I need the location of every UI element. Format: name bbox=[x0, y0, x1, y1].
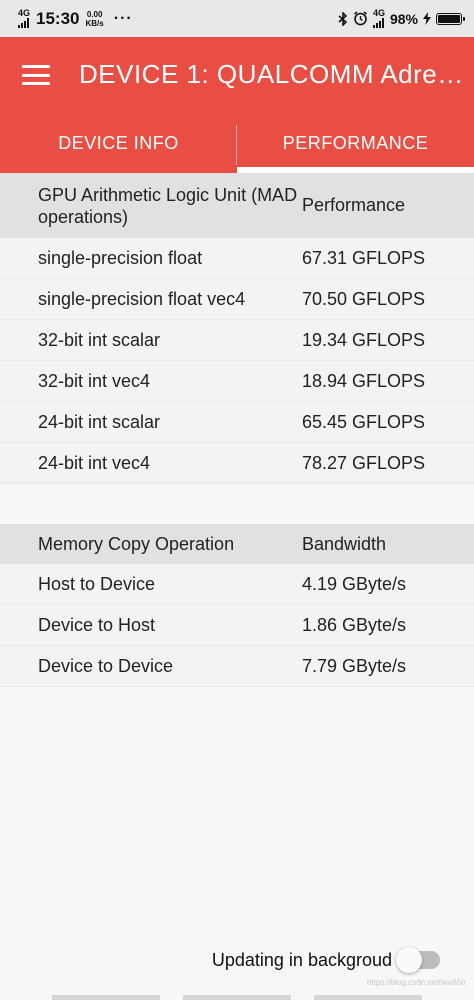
memory-header-metric: Bandwidth bbox=[302, 533, 387, 554]
table-row: Device to Host 1.86 GByte/s bbox=[0, 605, 474, 646]
nav-hint-left bbox=[52, 995, 160, 1000]
tab-divider bbox=[236, 125, 237, 165]
table-row: Host to Device 4.19 GByte/s bbox=[0, 564, 474, 605]
table-row: 32-bit int vec4 18.94 GFLOPS bbox=[0, 361, 474, 402]
toggle-knob bbox=[396, 947, 422, 973]
signal-icon bbox=[18, 18, 29, 28]
page-title: DEVICE 1: QUALCOMM Adreno (TM) 640 bbox=[79, 59, 464, 89]
table-row: 24-bit int scalar 65.45 GFLOPS bbox=[0, 402, 474, 443]
tab-device-info[interactable]: DEVICE INFO bbox=[0, 123, 237, 173]
menu-icon[interactable] bbox=[22, 63, 50, 87]
nav-hint-center bbox=[183, 995, 291, 1000]
bluetooth-icon bbox=[338, 11, 348, 26]
row-label: 32-bit int scalar bbox=[38, 329, 161, 350]
gpu-header-title: GPU Arithmetic Logic Unit (MAD operation… bbox=[38, 184, 298, 227]
network-type: 4G bbox=[18, 8, 31, 18]
speed-value: 0.00 bbox=[86, 9, 103, 19]
gpu-header-metric: Performance bbox=[302, 195, 406, 215]
network-type-right: 4G bbox=[372, 8, 385, 18]
row-value: 18.94 GFLOPS bbox=[302, 370, 426, 391]
row-value: 70.50 GFLOPS bbox=[302, 288, 426, 309]
nav-hint-right bbox=[314, 995, 422, 1000]
section-spacer bbox=[0, 484, 474, 524]
battery-icon bbox=[436, 12, 465, 25]
row-label: Host to Device bbox=[38, 573, 156, 594]
row-value: 19.34 GFLOPS bbox=[302, 329, 426, 350]
table-row: single-precision float vec4 70.50 GFLOPS bbox=[0, 279, 474, 320]
gpu-table-header: GPU Arithmetic Logic Unit (MAD operation… bbox=[0, 173, 474, 238]
row-label: 24-bit int scalar bbox=[38, 411, 161, 432]
row-label: 32-bit int vec4 bbox=[38, 370, 151, 391]
tab-bar: DEVICE INFO PERFORMANCE bbox=[0, 123, 474, 173]
background-update-toggle[interactable] bbox=[396, 947, 440, 973]
tab-performance[interactable]: PERFORMANCE bbox=[237, 123, 474, 173]
battery-percent: 98% bbox=[389, 10, 418, 27]
row-label: Device to Device bbox=[38, 655, 174, 676]
row-value: 7.79 GByte/s bbox=[302, 655, 407, 676]
row-value: 67.31 GFLOPS bbox=[302, 247, 426, 268]
table-row: single-precision float 67.31 GFLOPS bbox=[0, 238, 474, 279]
performance-content: GPU Arithmetic Logic Unit (MAD operation… bbox=[0, 173, 474, 687]
row-label: 24-bit int vec4 bbox=[38, 452, 151, 473]
more-notifications-icon: ··· bbox=[113, 9, 133, 27]
alarm-icon bbox=[353, 11, 368, 26]
row-value: 4.19 GByte/s bbox=[302, 573, 407, 594]
background-update-control: Updating in backgroud bbox=[0, 940, 474, 980]
network-speed: 0.00 KB/s bbox=[86, 10, 104, 28]
toggle-label: Updating in backgroud bbox=[211, 949, 392, 970]
network-indicator: 4G bbox=[18, 9, 30, 28]
table-row: 24-bit int vec4 78.27 GFLOPS bbox=[0, 443, 474, 484]
status-time: 15:30 bbox=[36, 8, 80, 28]
table-row: Device to Device 7.79 GByte/s bbox=[0, 646, 474, 687]
row-label: Device to Host bbox=[38, 614, 156, 635]
speed-unit: KB/s bbox=[85, 18, 104, 28]
row-value: 78.27 GFLOPS bbox=[302, 452, 426, 473]
table-row: 32-bit int scalar 19.34 GFLOPS bbox=[0, 320, 474, 361]
memory-header-title: Memory Copy Operation bbox=[38, 534, 235, 554]
app-bar: DEVICE 1: QUALCOMM Adreno (TM) 640 DEVIC… bbox=[0, 37, 474, 173]
status-bar: 4G 15:30 0.00 KB/s ··· 4G 98% bbox=[0, 0, 474, 37]
row-value: 1.86 GByte/s bbox=[302, 614, 407, 635]
row-value: 65.45 GFLOPS bbox=[302, 411, 426, 432]
row-label: single-precision float bbox=[38, 247, 203, 268]
row-label: single-precision float vec4 bbox=[38, 288, 246, 309]
watermark: https://blog.csdn.net/ww65tr bbox=[366, 978, 466, 987]
mobile-signal-icon: 4G bbox=[372, 8, 385, 28]
charging-icon bbox=[423, 12, 431, 25]
memory-table-header: Memory Copy Operation Bandwidth bbox=[0, 524, 474, 564]
